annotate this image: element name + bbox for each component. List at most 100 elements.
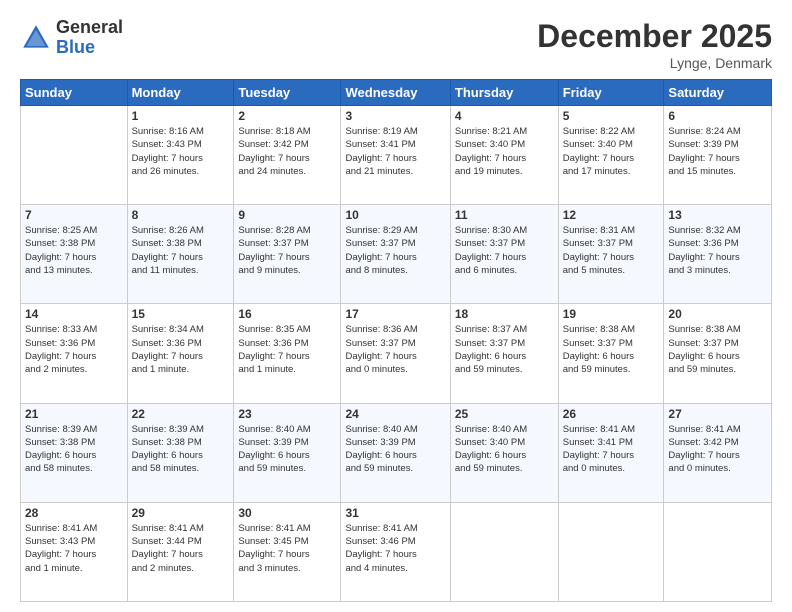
- page: General Blue December 2025 Lynge, Denmar…: [0, 0, 792, 612]
- day-info: Sunrise: 8:39 AMSunset: 3:38 PMDaylight:…: [132, 423, 230, 476]
- day-cell: 31Sunrise: 8:41 AMSunset: 3:46 PMDayligh…: [341, 502, 450, 601]
- day-cell: 23Sunrise: 8:40 AMSunset: 3:39 PMDayligh…: [234, 403, 341, 502]
- day-number: 2: [238, 109, 336, 123]
- day-number: 16: [238, 307, 336, 321]
- day-cell: 29Sunrise: 8:41 AMSunset: 3:44 PMDayligh…: [127, 502, 234, 601]
- day-cell: 21 Sunrise: 8:39 AMSunset: 3:38 PMDayligh…: [21, 403, 128, 502]
- day-number: 4: [455, 109, 554, 123]
- day-cell: 28 Sunrise: 8:41 AMSunset: 3:43 PMDayligh…: [21, 502, 128, 601]
- weekday-header-thursday: Thursday: [450, 80, 558, 106]
- day-info: Sunrise: 8:40 AMSunset: 3:39 PMDaylight:…: [238, 423, 336, 476]
- logo: General Blue: [20, 18, 123, 58]
- day-number: 15: [132, 307, 230, 321]
- day-cell: 8 Sunrise: 8:26 AMSunset: 3:38 PMDaylight…: [127, 205, 234, 304]
- day-number: 26: [563, 407, 660, 421]
- day-number: 7: [25, 208, 123, 222]
- day-cell: 11 Sunrise: 8:30 AMSunset: 3:37 PMDayligh…: [450, 205, 558, 304]
- day-info: Sunrise: 8:26 AMSunset: 3:38 PMDaylight:…: [132, 224, 230, 277]
- logo-text: General Blue: [56, 18, 123, 58]
- day-cell: 13Sunrise: 8:32 AMSunset: 3:36 PMDayligh…: [664, 205, 772, 304]
- day-cell: 9Sunrise: 8:28 AMSunset: 3:37 PMDaylight…: [234, 205, 341, 304]
- day-cell: 14 Sunrise: 8:33 AMSunset: 3:36 PMDayligh…: [21, 304, 128, 403]
- day-info: Sunrise: 8:18 AMSunset: 3:42 PMDaylight:…: [238, 125, 336, 178]
- day-cell: 7 Sunrise: 8:25 AMSunset: 3:38 PMDaylight…: [21, 205, 128, 304]
- day-number: 10: [345, 208, 445, 222]
- day-info: Sunrise: 8:21 AMSunset: 3:40 PMDaylight:…: [455, 125, 554, 178]
- weekday-header-friday: Friday: [558, 80, 664, 106]
- logo-blue: Blue: [56, 38, 123, 58]
- day-info: Sunrise: 8:30 AMSunset: 3:37 PMDaylight:…: [455, 224, 554, 277]
- day-number: 20: [668, 307, 767, 321]
- day-number: 25: [455, 407, 554, 421]
- day-number: 9: [238, 208, 336, 222]
- day-cell: 6 Sunrise: 8:24 AMSunset: 3:39 PMDaylight…: [664, 106, 772, 205]
- day-cell: 1 Sunrise: 8:16 AMSunset: 3:43 PMDaylight…: [127, 106, 234, 205]
- day-cell: 16 Sunrise: 8:35 AMSunset: 3:36 PMDayligh…: [234, 304, 341, 403]
- header: General Blue December 2025 Lynge, Denmar…: [20, 18, 772, 71]
- day-info: Sunrise: 8:40 AMSunset: 3:40 PMDaylight:…: [455, 423, 554, 476]
- day-info: Sunrise: 8:24 AMSunset: 3:39 PMDaylight:…: [668, 125, 767, 178]
- day-number: 21: [25, 407, 123, 421]
- day-cell: [21, 106, 128, 205]
- week-row-2: 7 Sunrise: 8:25 AMSunset: 3:38 PMDaylight…: [21, 205, 772, 304]
- week-row-4: 21 Sunrise: 8:39 AMSunset: 3:38 PMDayligh…: [21, 403, 772, 502]
- day-cell: 20Sunrise: 8:38 AMSunset: 3:37 PMDayligh…: [664, 304, 772, 403]
- day-info: Sunrise: 8:16 AMSunset: 3:43 PMDaylight:…: [132, 125, 230, 178]
- day-number: 6: [668, 109, 767, 123]
- day-number: 8: [132, 208, 230, 222]
- day-info: Sunrise: 8:31 AMSunset: 3:37 PMDaylight:…: [563, 224, 660, 277]
- day-info: Sunrise: 8:40 AMSunset: 3:39 PMDaylight:…: [345, 423, 445, 476]
- day-info: Sunrise: 8:41 AMSunset: 3:46 PMDaylight:…: [345, 522, 445, 575]
- location: Lynge, Denmark: [537, 55, 772, 71]
- day-number: 5: [563, 109, 660, 123]
- day-number: 28: [25, 506, 123, 520]
- day-info: Sunrise: 8:33 AMSunset: 3:36 PMDaylight:…: [25, 323, 123, 376]
- day-cell: [558, 502, 664, 601]
- day-cell: 19 Sunrise: 8:38 AMSunset: 3:37 PMDayligh…: [558, 304, 664, 403]
- day-cell: 18 Sunrise: 8:37 AMSunset: 3:37 PMDayligh…: [450, 304, 558, 403]
- day-info: Sunrise: 8:32 AMSunset: 3:36 PMDaylight:…: [668, 224, 767, 277]
- day-info: Sunrise: 8:39 AMSunset: 3:38 PMDaylight:…: [25, 423, 123, 476]
- day-cell: 2 Sunrise: 8:18 AMSunset: 3:42 PMDaylight…: [234, 106, 341, 205]
- day-info: Sunrise: 8:41 AMSunset: 3:43 PMDaylight:…: [25, 522, 123, 575]
- day-number: 29: [132, 506, 230, 520]
- day-cell: [450, 502, 558, 601]
- weekday-header-row: SundayMondayTuesdayWednesdayThursdayFrid…: [21, 80, 772, 106]
- title-block: December 2025 Lynge, Denmark: [537, 18, 772, 71]
- day-info: Sunrise: 8:25 AMSunset: 3:38 PMDaylight:…: [25, 224, 123, 277]
- day-info: Sunrise: 8:22 AMSunset: 3:40 PMDaylight:…: [563, 125, 660, 178]
- day-number: 19: [563, 307, 660, 321]
- day-cell: 26 Sunrise: 8:41 AMSunset: 3:41 PMDayligh…: [558, 403, 664, 502]
- day-number: 17: [345, 307, 445, 321]
- day-cell: 17 Sunrise: 8:36 AMSunset: 3:37 PMDayligh…: [341, 304, 450, 403]
- day-cell: 5 Sunrise: 8:22 AMSunset: 3:40 PMDaylight…: [558, 106, 664, 205]
- day-cell: 12 Sunrise: 8:31 AMSunset: 3:37 PMDayligh…: [558, 205, 664, 304]
- day-number: 3: [345, 109, 445, 123]
- day-cell: 10 Sunrise: 8:29 AMSunset: 3:37 PMDayligh…: [341, 205, 450, 304]
- day-cell: 25 Sunrise: 8:40 AMSunset: 3:40 PMDayligh…: [450, 403, 558, 502]
- day-cell: 27Sunrise: 8:41 AMSunset: 3:42 PMDayligh…: [664, 403, 772, 502]
- day-cell: 22 Sunrise: 8:39 AMSunset: 3:38 PMDayligh…: [127, 403, 234, 502]
- day-number: 14: [25, 307, 123, 321]
- day-info: Sunrise: 8:19 AMSunset: 3:41 PMDaylight:…: [345, 125, 445, 178]
- day-cell: 15Sunrise: 8:34 AMSunset: 3:36 PMDayligh…: [127, 304, 234, 403]
- weekday-header-saturday: Saturday: [664, 80, 772, 106]
- day-number: 27: [668, 407, 767, 421]
- day-info: Sunrise: 8:37 AMSunset: 3:37 PMDaylight:…: [455, 323, 554, 376]
- day-number: 18: [455, 307, 554, 321]
- day-info: Sunrise: 8:41 AMSunset: 3:41 PMDaylight:…: [563, 423, 660, 476]
- day-number: 11: [455, 208, 554, 222]
- day-cell: 30Sunrise: 8:41 AMSunset: 3:45 PMDayligh…: [234, 502, 341, 601]
- day-number: 1: [132, 109, 230, 123]
- week-row-3: 14 Sunrise: 8:33 AMSunset: 3:36 PMDayligh…: [21, 304, 772, 403]
- day-info: Sunrise: 8:29 AMSunset: 3:37 PMDaylight:…: [345, 224, 445, 277]
- day-number: 12: [563, 208, 660, 222]
- day-info: Sunrise: 8:36 AMSunset: 3:37 PMDaylight:…: [345, 323, 445, 376]
- weekday-header-wednesday: Wednesday: [341, 80, 450, 106]
- day-info: Sunrise: 8:35 AMSunset: 3:36 PMDaylight:…: [238, 323, 336, 376]
- day-number: 22: [132, 407, 230, 421]
- day-cell: 4 Sunrise: 8:21 AMSunset: 3:40 PMDaylight…: [450, 106, 558, 205]
- day-info: Sunrise: 8:38 AMSunset: 3:37 PMDaylight:…: [563, 323, 660, 376]
- logo-icon: [20, 22, 52, 54]
- weekday-header-monday: Monday: [127, 80, 234, 106]
